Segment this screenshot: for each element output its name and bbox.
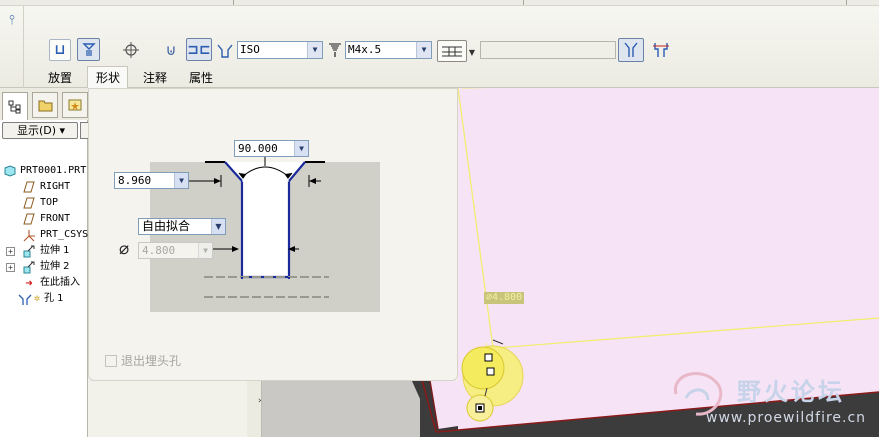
screw-size-select[interactable]: M4x.5 ▼: [345, 41, 432, 59]
hole-profile-diagram: [189, 156, 329, 298]
simple-hole-icon: ⊔: [54, 42, 66, 58]
chevron-down-icon[interactable]: ▼: [211, 219, 225, 234]
depth-value-field: [480, 41, 616, 59]
dashboard-toolbar: ⫯ ⊔ ⊍ ⊐⊏ ISO ▼ M4x.5 ▼ ▼ 放置 形状 注释 属性: [0, 0, 879, 90]
tab-placement[interactable]: 放置: [48, 69, 72, 86]
watermark-title: 野火论坛: [737, 378, 845, 406]
chevron-down-icon[interactable]: ▼: [307, 42, 322, 58]
tree-icon: [8, 100, 21, 113]
thread-standard-select[interactable]: ISO ▼: [237, 41, 323, 59]
expand-icon[interactable]: +: [6, 263, 15, 272]
depth-option-button[interactable]: [437, 40, 467, 62]
chevron-down-icon[interactable]: ▼: [416, 42, 431, 58]
diameter-dimension-tag[interactable]: ⌀4.800: [484, 292, 525, 304]
tree-item-front[interactable]: FRONT: [0, 211, 88, 227]
depth-icon: [442, 46, 462, 57]
tab-folder-browser[interactable]: [32, 92, 58, 118]
axis-point-icon[interactable]: [120, 39, 142, 61]
datum-plane-icon: [22, 180, 36, 194]
insert-here-icon: ➜: [25, 276, 33, 290]
tree-item-csys[interactable]: PRT_CSYS: [0, 227, 88, 243]
tree-item-hole-1[interactable]: ✲ 孔 1: [0, 291, 88, 307]
add-thread-button[interactable]: ⊐⊏: [186, 38, 212, 61]
drag-handle: [484, 353, 493, 362]
exit-countersink-label: 退出埋头孔: [121, 354, 182, 368]
collapse-arrow-icon[interactable]: ›: [258, 396, 262, 406]
countersink-diameter-select[interactable]: 8.960 ▼: [114, 172, 189, 189]
part-icon: [3, 164, 17, 178]
tree-item-right[interactable]: RIGHT: [0, 179, 88, 195]
app-window: ⫯ ⊔ ⊍ ⊐⊏ ISO ▼ M4x.5 ▼ ▼ 放置 形状 注释 属性 显示(…: [0, 0, 879, 437]
expand-icon[interactable]: +: [6, 247, 15, 256]
chevron-down-icon: ▼: [198, 243, 212, 258]
folder-icon: [38, 100, 52, 112]
new-feature-star-icon: ✲: [33, 293, 41, 304]
tree-item-part[interactable]: PRT0001.PRT: [0, 163, 88, 179]
thread-standard-value: ISO: [240, 43, 260, 56]
extrude-icon: [22, 260, 36, 274]
tab-shape[interactable]: 形状: [96, 69, 120, 86]
thread-icon: ⊐⊏: [187, 41, 211, 58]
threaded-hole-icon: [81, 42, 96, 56]
tree-item-insert-here[interactable]: ➜ 在此插入: [0, 275, 88, 291]
flip-direction-button[interactable]: [618, 38, 644, 62]
drag-handle: [486, 367, 495, 376]
tree-item-extrude-2[interactable]: + 拉伸 2: [0, 259, 88, 275]
exit-countersink-option: 退出埋头孔: [105, 352, 181, 369]
tree-item-extrude-1[interactable]: + 拉伸 1: [0, 243, 88, 259]
countersink-icon[interactable]: [214, 39, 236, 61]
chevron-down-icon[interactable]: ▼: [294, 141, 308, 156]
extrude-icon: [22, 244, 36, 258]
hole-profile-icon: [624, 42, 638, 57]
exit-countersink-checkbox[interactable]: [105, 354, 117, 367]
model-tree-panel: 显示(D) ▾ PRT0001.PRT RIGHT TOP FRONT PRT_…: [0, 88, 90, 437]
tab-properties[interactable]: 属性: [189, 69, 213, 86]
favorites-icon: [68, 99, 82, 111]
panel-divider[interactable]: [247, 381, 262, 437]
standard-hole-button[interactable]: [77, 38, 100, 61]
fit-type-select[interactable]: 自由拟合 ▼: [138, 218, 226, 235]
tab-model-tree[interactable]: [2, 92, 28, 120]
tab-favorites[interactable]: [62, 92, 88, 118]
hole-diameter-select: 4.800 ▼: [138, 242, 213, 259]
panel-tabs: [0, 88, 88, 120]
hole-preview[interactable]: [455, 330, 535, 425]
tapped-hole-icon[interactable]: ⊍: [160, 39, 182, 61]
watermark-url: www.proewildfire.cn: [706, 410, 867, 426]
tab-annotation[interactable]: 注释: [143, 69, 167, 86]
countersink-angle-select[interactable]: 90.000 ▼: [234, 140, 309, 157]
datum-plane-icon: [22, 212, 36, 226]
diameter-symbol-icon: ⌀: [119, 239, 130, 259]
screw-size-icon: [325, 39, 345, 61]
hole-tool-icon[interactable]: ⫯: [1, 9, 23, 31]
depth-dropdown-icon[interactable]: ▼: [466, 41, 478, 63]
tree-item-top[interactable]: TOP: [0, 195, 88, 211]
datum-plane-icon: [22, 196, 36, 210]
top-strip: [0, 0, 879, 6]
simple-hole-button[interactable]: ⊔: [49, 39, 71, 61]
counterbore-icon[interactable]: [650, 39, 672, 61]
screw-size-value: M4x.5: [348, 43, 382, 56]
show-menu-button[interactable]: 显示(D) ▾: [2, 122, 78, 139]
shape-panel: 90.000 ▼ 8.960 ▼ 自由拟合 ▼ ⌀ 4.800 ▼ 退出埋头孔: [88, 88, 458, 381]
chevron-down-icon[interactable]: ▼: [174, 173, 188, 188]
csys-icon: [22, 228, 36, 242]
left-tool-strip: ⫯: [0, 6, 24, 88]
